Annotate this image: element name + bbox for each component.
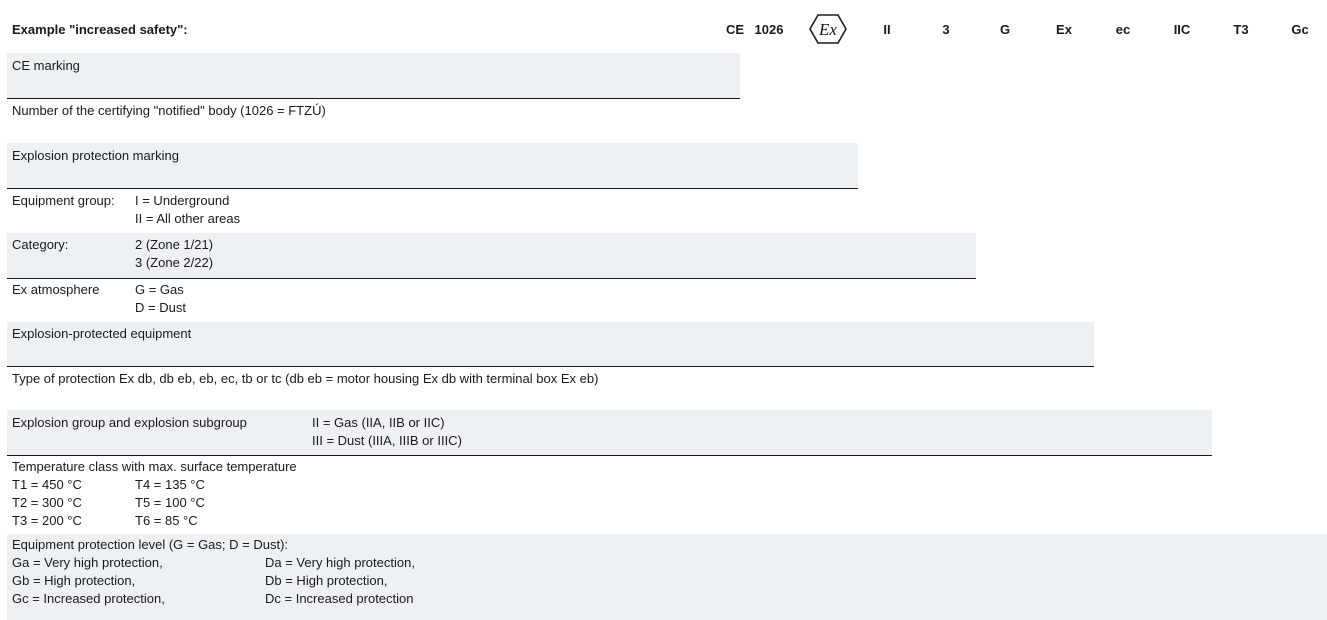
header-code-iic: IIC [1173, 22, 1191, 37]
epl-gc: Gc = Increased protection, [12, 591, 165, 606]
atmosphere-value-2: D = Dust [135, 300, 186, 315]
temp-t3: T3 = 200 °C [12, 513, 82, 528]
equipment-label: Explosion-protected equipment [12, 326, 192, 341]
atmosphere-label: Ex atmosphere [12, 282, 100, 297]
explosion-marking-label: Explosion protection marking [12, 148, 179, 163]
ex-symbol-text: Ex [818, 20, 837, 39]
header-code-gc: Gc [1291, 22, 1309, 37]
category-value-2: 3 (Zone 2/22) [135, 255, 214, 270]
temp-t1: T1 = 450 °C [12, 477, 82, 492]
atmosphere-value-1: G = Gas [135, 282, 184, 297]
epl-db: Db = High protection, [265, 573, 388, 588]
temp-t6: T6 = 85 °C [135, 513, 198, 528]
category-label: Category: [12, 237, 69, 252]
header-code-ec: ec [1115, 22, 1131, 37]
explosion-group-label: Explosion group and explosion subgroup [12, 415, 247, 430]
temp-t2: T2 = 300 °C [12, 495, 82, 510]
explosion-group-value-2: III = Dust (IIIA, IIIB or IIIC) [312, 433, 462, 448]
row-ce-bg [7, 53, 740, 98]
equipment-group-value-1: I = Underground [135, 193, 230, 208]
explosion-group-value-1: II = Gas (IIA, IIB or IIC) [312, 415, 445, 430]
temperature-class-label: Temperature class with max. surface temp… [12, 459, 297, 474]
header-code-ex: Ex [1056, 22, 1072, 37]
equipment-group-value-2: II = All other areas [135, 211, 241, 226]
temp-t5: T5 = 100 °C [135, 495, 205, 510]
temp-t4: T4 = 135 °C [135, 477, 205, 492]
epl-dc: Dc = Increased protection [265, 591, 414, 606]
header-code-3: 3 [942, 22, 950, 37]
epl-da: Da = Very high protection, [265, 555, 415, 570]
category-value-1: 2 (Zone 1/21) [135, 237, 214, 252]
header-code-1026: 1026 [754, 22, 784, 37]
header-code-ii: II [883, 22, 891, 37]
epl-ga: Ga = Very high protection, [12, 555, 163, 570]
notified-body-label: Number of the certifying "notified" body… [12, 103, 326, 118]
epl-label: Equipment protection level (G = Gas; D =… [12, 537, 289, 552]
protection-type-label: Type of protection Ex db, db eb, eb, ec,… [12, 371, 599, 386]
epl-gb: Gb = High protection, [12, 573, 136, 588]
header-code-t3: T3 [1233, 22, 1249, 37]
table-title: Example "increased safety": [12, 22, 188, 37]
header-code-g: G [999, 22, 1011, 37]
equipment-group-label: Equipment group: [12, 193, 115, 208]
ex-hexagon-icon: Ex [809, 14, 847, 44]
ce-marking-label: CE marking [12, 58, 80, 73]
